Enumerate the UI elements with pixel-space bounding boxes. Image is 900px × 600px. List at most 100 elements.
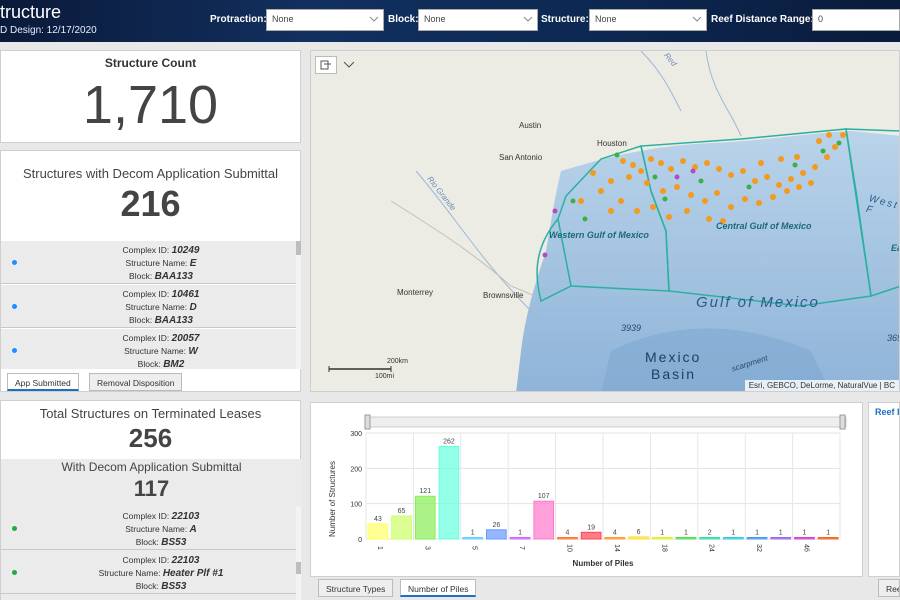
chevron-down-icon xyxy=(692,16,702,22)
complex-id-label: Complex ID: xyxy=(122,555,170,565)
data-label: 1 xyxy=(755,530,759,537)
list-item[interactable]: Complex ID: 10249 Structure Name: E Bloc… xyxy=(1,241,296,284)
protraction-select[interactable]: None xyxy=(266,9,384,31)
data-label: 121 xyxy=(419,488,431,495)
bar[interactable] xyxy=(509,537,531,540)
map-layers-button[interactable] xyxy=(315,56,337,74)
bar[interactable] xyxy=(675,537,697,540)
bar[interactable] xyxy=(557,537,578,540)
list-item[interactable]: Complex ID: 22103 Structure Name: Heater… xyxy=(1,551,296,594)
map-menu-button[interactable] xyxy=(339,56,361,74)
complex-id-label: Complex ID: xyxy=(122,511,170,521)
bar[interactable] xyxy=(628,536,649,540)
block-id: BS53 xyxy=(161,581,187,592)
map-label-mexico: Mexico xyxy=(645,349,702,365)
x-tick-label: 3 xyxy=(423,546,430,550)
bar[interactable] xyxy=(746,537,768,540)
block-field-label: Block: xyxy=(135,537,159,547)
complex-id-label: Complex ID: xyxy=(122,289,170,299)
list-item[interactable]: Complex ID: 22103 Structure Name: A Bloc… xyxy=(1,507,296,550)
bar[interactable] xyxy=(723,537,744,540)
block-select[interactable]: None xyxy=(418,9,538,31)
structure-select[interactable]: None xyxy=(589,9,707,31)
x-tick-label: 18 xyxy=(660,544,667,552)
bar[interactable] xyxy=(604,537,626,540)
tab-structure-types[interactable]: Structure Types xyxy=(318,579,394,597)
y-tick-label: 200 xyxy=(350,466,362,473)
tab-reef[interactable]: Ree xyxy=(878,579,900,597)
data-label: 19 xyxy=(587,524,595,531)
list-scrollbar[interactable] xyxy=(296,507,301,600)
data-label: 1 xyxy=(471,530,475,537)
slider-handle-right[interactable] xyxy=(839,414,846,430)
reef-distance-input[interactable]: 0 xyxy=(812,9,900,31)
point-marker-icon xyxy=(12,260,17,265)
structure-name-label: Structure Name: xyxy=(125,524,188,534)
map-label-brownsville: Brownsville xyxy=(483,291,524,300)
y-axis-label: Number of Structures xyxy=(328,461,337,537)
decom-submittal-panel: Structures with Decom Application Submit… xyxy=(0,150,301,392)
map-view[interactable]: Austin Houston San Antonio Monterrey Bro… xyxy=(310,50,900,392)
chevron-down-icon xyxy=(343,61,355,68)
x-axis-label: Number of Piles xyxy=(573,559,634,568)
list-item[interactable]: Complex ID: 10461 Structure Name: D Bloc… xyxy=(1,285,296,328)
bar[interactable] xyxy=(438,445,460,540)
bar[interactable] xyxy=(770,537,792,540)
piles-bar-chart[interactable]: 436512126212611074194 6 1 1 2 1 1 1 1 1 010020030… xyxy=(311,403,864,578)
structure-name-label: Structure Name: xyxy=(125,302,188,312)
tab-removal-disposition[interactable]: Removal Disposition xyxy=(89,373,183,391)
chart-range-slider[interactable] xyxy=(365,416,847,428)
data-label: 262 xyxy=(443,438,455,445)
map-label-monterrey: Monterrey xyxy=(397,288,434,297)
tab-number-of-piles[interactable]: Number of Piles xyxy=(400,579,477,597)
structure-count-panel: Structure Count 1,710 xyxy=(0,50,301,143)
list-item[interactable]: Complex ID: 20057 Structure Name: W Bloc… xyxy=(1,329,296,369)
decom-submittal-title: Structures with Decom Application Submit… xyxy=(22,166,279,181)
scrollbar-thumb[interactable] xyxy=(296,241,301,255)
block-label: Block: xyxy=(388,14,419,25)
slider-handle-left[interactable] xyxy=(364,414,371,430)
reef-distance-value: 0 xyxy=(818,14,824,24)
tab-app-submitted[interactable]: App Submitted xyxy=(7,373,79,391)
structure-name: Heater Plf #1 xyxy=(162,568,224,579)
bar[interactable] xyxy=(367,523,389,540)
map-label-depth: 3939 xyxy=(621,323,642,333)
map-label-gulf-of-mexico: Gulf of Mexico xyxy=(696,294,820,311)
data-label: 2 xyxy=(708,530,712,537)
scale-mi: 100mi xyxy=(375,373,395,380)
list-scrollbar[interactable] xyxy=(296,241,301,369)
data-label: 1 xyxy=(826,530,830,537)
structure-label: Structure: xyxy=(541,14,589,25)
block-id: BM2 xyxy=(163,359,185,369)
protraction-value: None xyxy=(272,14,294,24)
x-tick-label: 1 xyxy=(376,546,383,550)
x-tick-label: 46 xyxy=(802,544,809,552)
map-label-basin: Basin xyxy=(651,366,697,382)
app-header: tructure D Design: 12/17/2020 Protractio… xyxy=(0,0,900,42)
structure-count-title: Structure Count xyxy=(104,56,197,70)
point-marker-icon xyxy=(12,526,17,531)
bar[interactable] xyxy=(699,537,720,540)
bar[interactable] xyxy=(651,537,673,540)
data-label: 1 xyxy=(684,530,688,537)
data-label: 65 xyxy=(398,508,406,515)
bar[interactable] xyxy=(580,531,602,540)
map-label-depth: 369 xyxy=(887,333,899,343)
terminated-title: Total Structures on Terminated Leases xyxy=(39,406,262,421)
bar[interactable] xyxy=(414,495,436,540)
map-label-western-gulf: Western Gulf of Mexico xyxy=(549,230,649,240)
bar[interactable] xyxy=(794,537,815,540)
map-label-eastern-gulf: Ea xyxy=(891,243,899,253)
bar[interactable] xyxy=(486,529,507,540)
x-tick-label: 24 xyxy=(708,544,715,552)
point-marker-icon xyxy=(12,570,17,575)
bar[interactable] xyxy=(817,537,839,540)
map-attribution: Esri, GEBCO, DeLorme, NaturalVue | BC xyxy=(744,380,899,391)
bar[interactable] xyxy=(391,515,412,540)
terminated-leases-panel: Total Structures on Terminated Leases 25… xyxy=(0,400,302,600)
bar[interactable] xyxy=(462,537,484,540)
complex-id: 20057 xyxy=(171,333,200,344)
reef-panel-title: Reef I xyxy=(875,407,900,417)
bar[interactable] xyxy=(533,500,555,540)
scrollbar-thumb[interactable] xyxy=(296,562,301,574)
